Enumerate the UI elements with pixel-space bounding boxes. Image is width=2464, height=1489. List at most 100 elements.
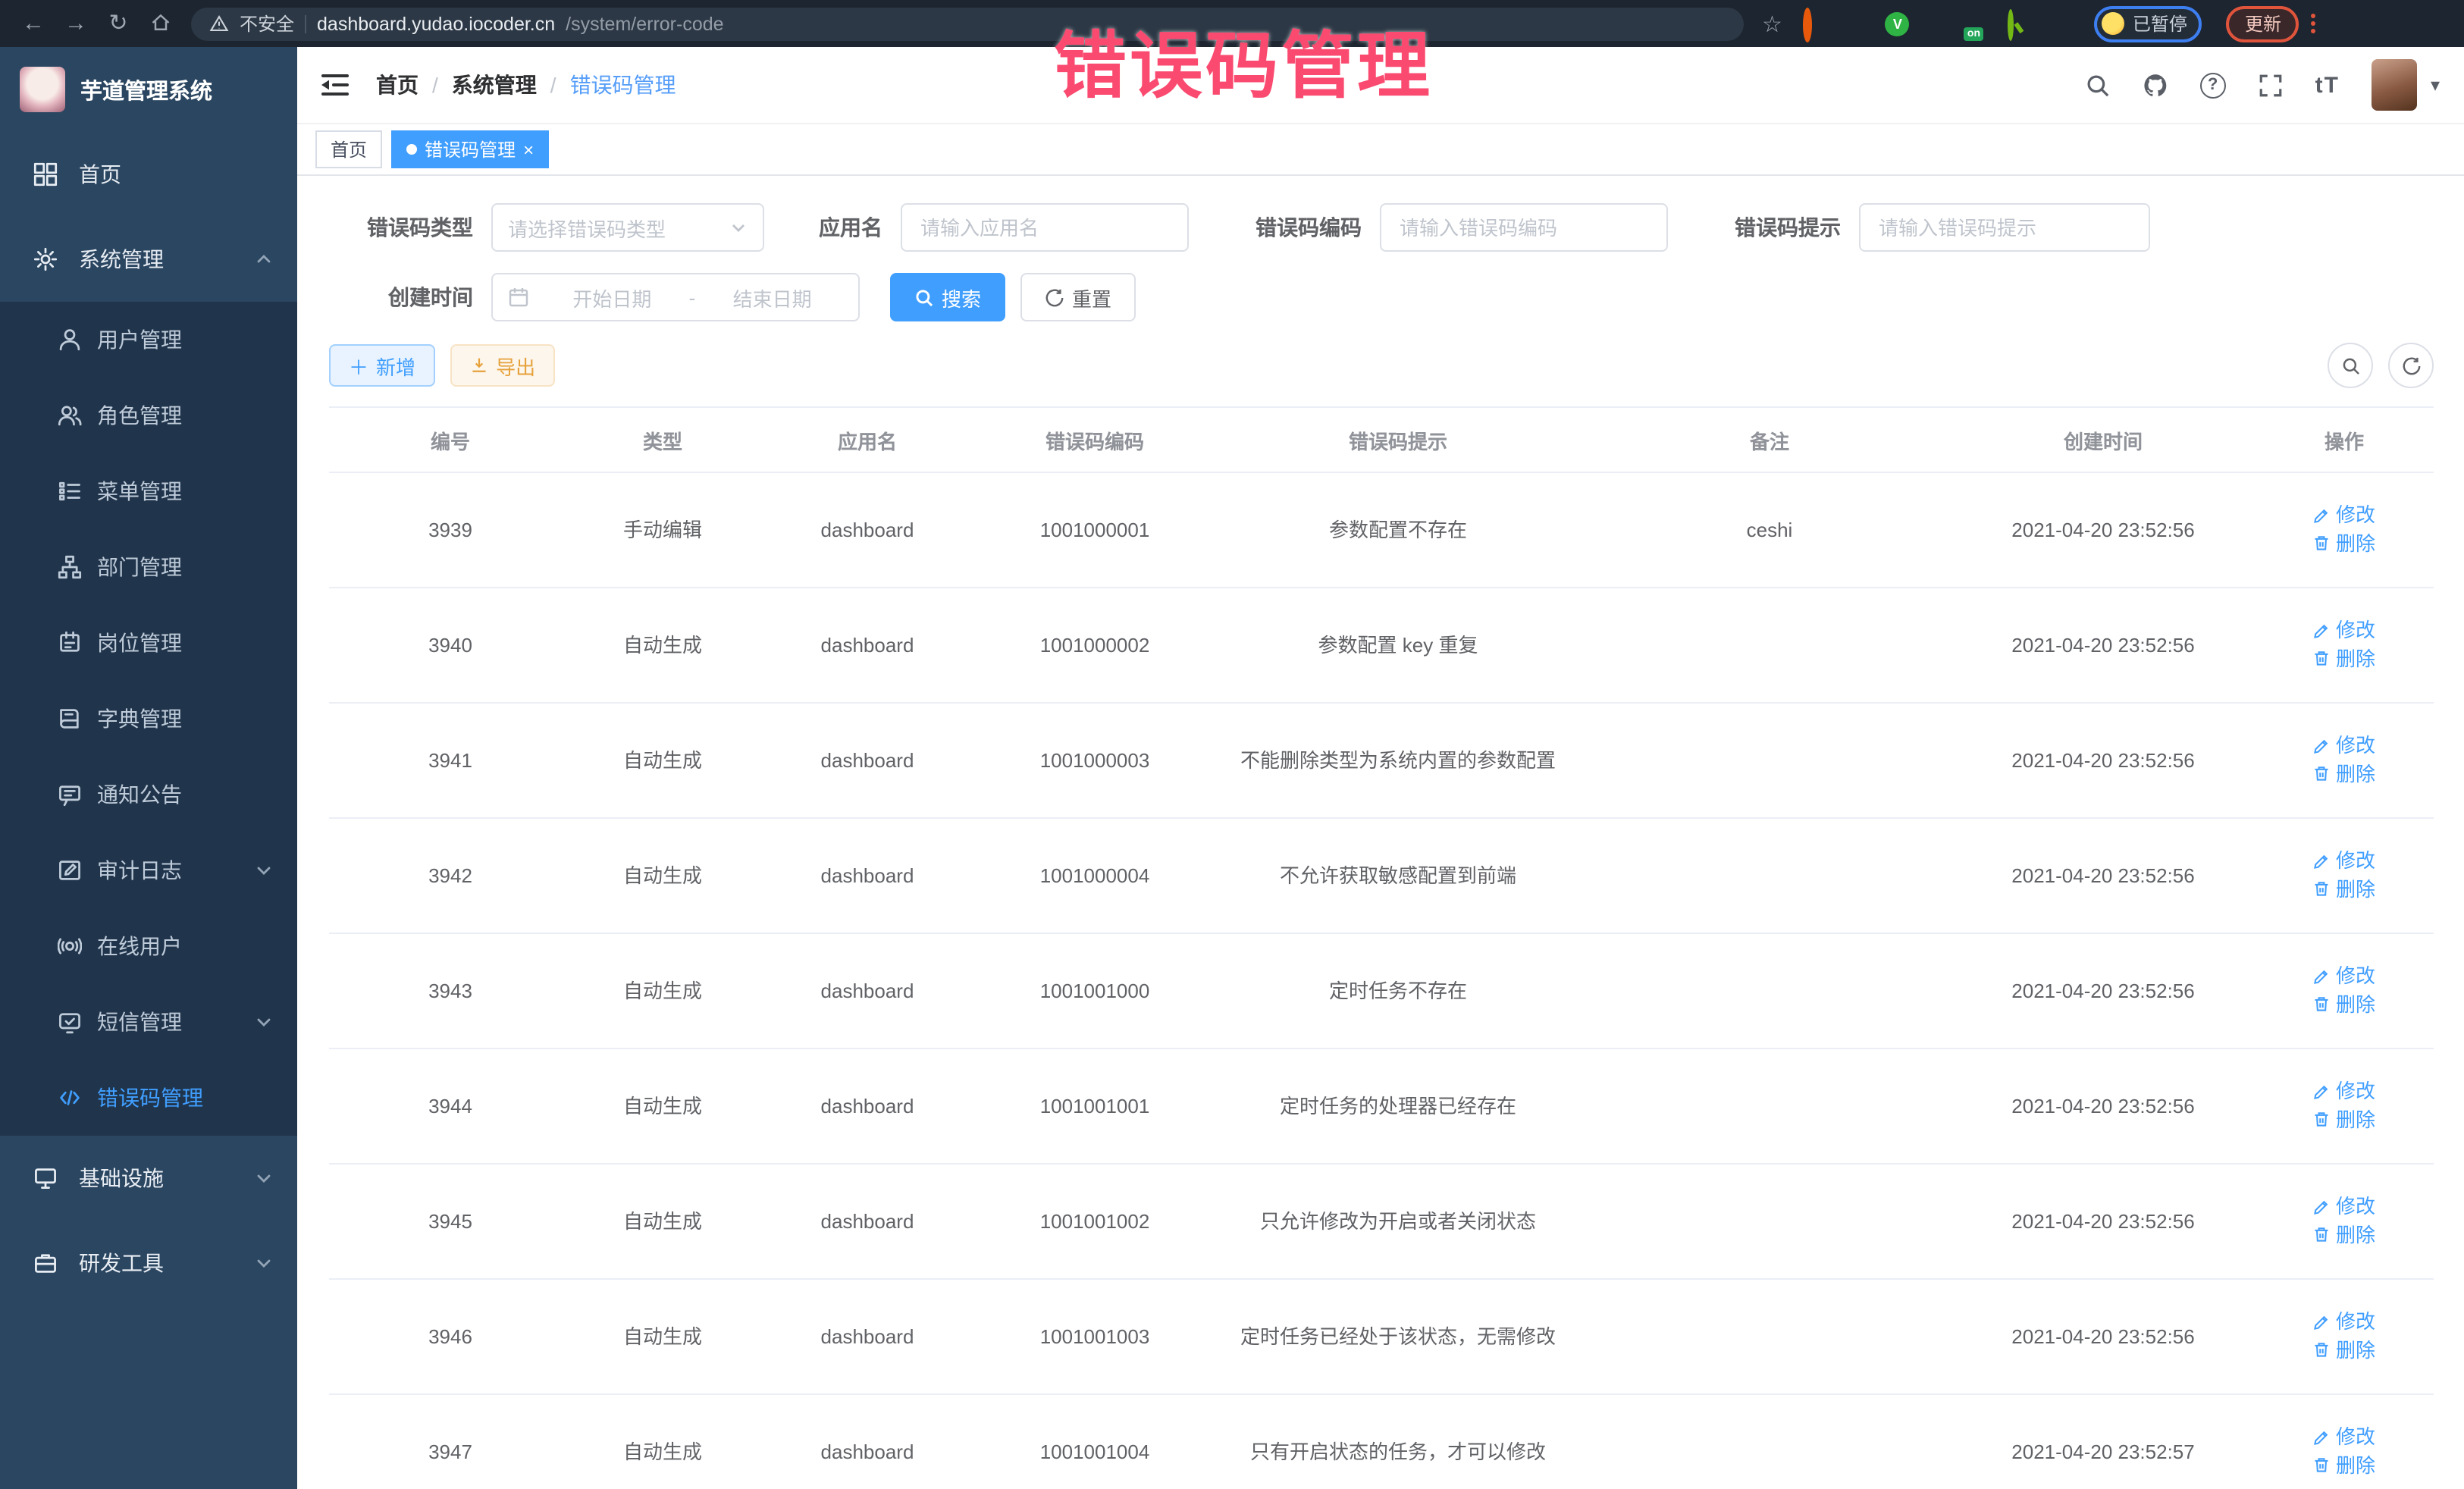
extension-key[interactable] [2008, 11, 2033, 36]
sidebar-item-devtools[interactable]: 研发工具 [0, 1221, 297, 1306]
sidebar-item-sms[interactable]: 短信管理 [0, 984, 297, 1060]
extension-blue-gem[interactable] [1845, 11, 1869, 36]
date-range-picker[interactable]: 开始日期 - 结束日期 [491, 273, 860, 321]
edit-link[interactable]: 修改 [2313, 732, 2375, 758]
delete-link[interactable]: 删除 [2313, 645, 2375, 671]
browser-back-icon[interactable]: ← [15, 12, 52, 35]
extension-orange-ring[interactable] [1804, 11, 1828, 36]
cell-code: 1001000002 [981, 588, 1208, 703]
start-date-placeholder: 开始日期 [541, 283, 683, 312]
table-row: 3942自动生成dashboard1001000004不允许获取敏感配置到前端2… [329, 818, 2434, 933]
extension-green-v[interactable]: V [1886, 11, 1910, 36]
cell-code: 1001000004 [981, 818, 1208, 933]
breadcrumb-item-home[interactable]: 首页 [376, 70, 419, 100]
cell-actions: 修改删除 [2255, 703, 2434, 818]
sidebar-item-system[interactable]: 系统管理 [0, 217, 297, 302]
user-avatar[interactable] [2372, 59, 2417, 111]
extension-grid[interactable] [1926, 11, 1951, 36]
tag-home[interactable]: 首页 [315, 130, 382, 168]
export-button[interactable]: 导出 [450, 344, 555, 387]
cell-time: 2021-04-20 23:52:56 [1951, 933, 2255, 1049]
sidebar-item-dept[interactable]: 部门管理 [0, 529, 297, 605]
cell-time: 2021-04-20 23:52:56 [1951, 1164, 2255, 1279]
update-label: 更新 [2245, 11, 2281, 36]
browser-home-icon[interactable] [143, 12, 179, 35]
sidebar-item-home[interactable]: 首页 [0, 132, 297, 217]
paused-extension-pill[interactable]: 已暂停 [2095, 5, 2202, 42]
bookmark-star-icon[interactable]: ☆ [1762, 10, 1782, 37]
close-icon[interactable]: × [523, 140, 534, 158]
sidebar-item-audit-log[interactable]: 审计日志 [0, 832, 297, 908]
cell-time: 2021-04-20 23:52:56 [1951, 818, 2255, 933]
search-button[interactable]: 搜索 [890, 273, 1005, 321]
edit-link[interactable]: 修改 [2313, 617, 2375, 643]
table-toolbar: ＋ 新增 导出 [329, 343, 2434, 388]
sidebar-item-dict[interactable]: 字典管理 [0, 681, 297, 757]
edit-link[interactable]: 修改 [2313, 963, 2375, 989]
sidebar-item-menu[interactable]: 菜单管理 [0, 453, 297, 529]
page-content: 错误码类型 请选择错误码类型 应用名 错误码编码 [297, 176, 2464, 1489]
sidebar-item-infra[interactable]: 基础设施 [0, 1136, 297, 1221]
cell-actions: 修改删除 [2255, 1164, 2434, 1279]
reset-button[interactable]: 重置 [1020, 273, 1136, 321]
browser-menu-icon[interactable] [2312, 14, 2316, 33]
search-icon[interactable] [2085, 72, 2111, 98]
add-button[interactable]: ＋ 新增 [329, 344, 435, 387]
browser-forward-icon[interactable]: → [58, 12, 94, 35]
refresh-table-button[interactable] [2388, 343, 2434, 388]
cell-app: dashboard [754, 472, 981, 588]
chevron-down-icon[interactable]: ▾ [2431, 74, 2440, 96]
edit-link[interactable]: 修改 [2313, 848, 2375, 873]
sidebar-item-online-user[interactable]: 在线用户 [0, 908, 297, 984]
filter-code-input[interactable] [1380, 203, 1668, 252]
edit-link[interactable]: 修改 [2313, 1078, 2375, 1104]
fullscreen-icon[interactable] [2258, 72, 2284, 98]
delete-link[interactable]: 删除 [2313, 1221, 2375, 1247]
sidebar-item-notice[interactable]: 通知公告 [0, 757, 297, 832]
browser-reload-icon[interactable]: ↻ [100, 12, 136, 35]
address-bar[interactable]: 不安全 dashboard.yudao.iocoder.cn/system/er… [191, 7, 1744, 40]
cell-memo [1588, 1279, 1951, 1394]
delete-link[interactable]: 删除 [2313, 530, 2375, 556]
breadcrumb: 首页 / 系统管理 / 错误码管理 [376, 70, 676, 100]
extension-switcher-on[interactable]: on [1967, 11, 1992, 36]
breadcrumb-item-system[interactable]: 系统管理 [452, 70, 537, 100]
edit-link[interactable]: 修改 [2313, 1309, 2375, 1334]
delete-link[interactable]: 删除 [2313, 1106, 2375, 1132]
edit-link[interactable]: 修改 [2313, 1424, 2375, 1450]
sidebar-item-error-code[interactable]: 错误码管理 [0, 1060, 297, 1136]
extensions-puzzle[interactable] [2049, 11, 2074, 36]
address-divider [305, 14, 306, 33]
delete-link[interactable]: 删除 [2313, 876, 2375, 901]
cell-app: dashboard [754, 1164, 981, 1279]
edit-link[interactable]: 修改 [2313, 502, 2375, 528]
delete-link[interactable]: 删除 [2313, 1452, 2375, 1478]
delete-link[interactable]: 删除 [2313, 991, 2375, 1017]
delete-link[interactable]: 删除 [2313, 760, 2375, 786]
app-logo[interactable]: 芋道管理系统 [0, 47, 297, 132]
sidebar-item-post[interactable]: 岗位管理 [0, 605, 297, 681]
table-row: 3941自动生成dashboard1001000003不能删除类型为系统内置的参… [329, 703, 2434, 818]
not-secure-label[interactable]: 不安全 [240, 11, 294, 36]
help-icon[interactable]: ? [2200, 72, 2226, 98]
browser-update-button[interactable]: 更新 [2227, 5, 2299, 42]
sidebar-item-user[interactable]: 用户管理 [0, 302, 297, 378]
toggle-search-button[interactable] [2328, 343, 2373, 388]
hamburger-icon[interactable] [297, 73, 373, 97]
filter-form-row-2: 创建时间 开始日期 - 结束日期 搜索 [329, 273, 2434, 321]
cell-code: 1001000003 [981, 703, 1208, 818]
sidebar-item-role[interactable]: 角色管理 [0, 378, 297, 453]
filter-type-select[interactable]: 请选择错误码类型 [491, 203, 764, 252]
infra-icon [33, 1166, 58, 1190]
font-size-icon[interactable]: tT [2315, 72, 2340, 98]
column-header: 错误码编码 [981, 407, 1208, 472]
filter-hint-input[interactable] [1859, 203, 2150, 252]
users-icon [58, 403, 82, 428]
cell-type: 自动生成 [572, 703, 754, 818]
filter-app-input[interactable] [901, 203, 1189, 252]
edit-link[interactable]: 修改 [2313, 1193, 2375, 1219]
tag-error-code[interactable]: 错误码管理 × [391, 130, 549, 168]
github-icon[interactable] [2143, 72, 2168, 98]
column-header: 创建时间 [1951, 407, 2255, 472]
delete-link[interactable]: 删除 [2313, 1337, 2375, 1362]
